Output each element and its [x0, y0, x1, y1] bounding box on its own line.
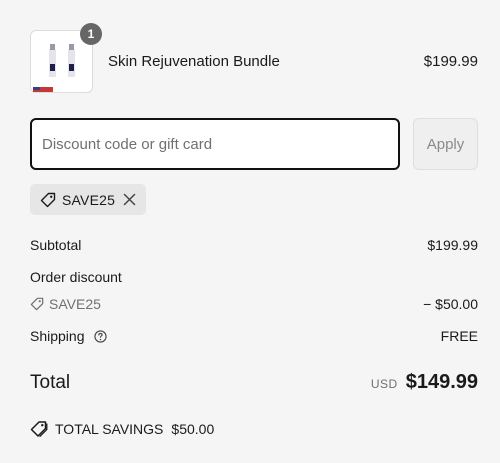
total-savings: TOTAL SAVINGS $50.00 [30, 420, 214, 438]
total-label: Total [30, 371, 71, 393]
order-discount-row: Order discount [30, 269, 478, 285]
currency-code: USD [370, 377, 398, 391]
discount-code-line: SAVE25 [30, 296, 101, 312]
shipping-label: Shipping [30, 328, 85, 344]
tags-icon [30, 421, 48, 437]
savings-value: $50.00 [171, 421, 215, 437]
discount-code-input[interactable] [30, 118, 400, 170]
subtotal-label: Subtotal [30, 237, 82, 253]
quantity-badge: 1 [80, 23, 102, 45]
shipping-label-group: Shipping [30, 328, 108, 344]
tag-icon [40, 192, 56, 207]
total-value-group: USD $149.99 [371, 371, 478, 394]
subtotal-value: $199.99 [427, 237, 478, 253]
order-discount-label: Order discount [30, 269, 122, 285]
discount-value: − $50.00 [423, 296, 478, 312]
apply-button[interactable]: Apply [413, 118, 478, 170]
applied-code-label: SAVE25 [62, 191, 116, 208]
shipping-row: Shipping FREE [30, 328, 478, 344]
tag-icon [30, 297, 44, 311]
total-value: $149.99 [405, 371, 478, 393]
discount-code-name: SAVE25 [49, 296, 101, 312]
close-icon[interactable] [123, 193, 136, 206]
savings-label: TOTAL SAVINGS [55, 421, 164, 437]
applied-code-chip: SAVE25 [30, 184, 146, 215]
product-price: $199.99 [423, 53, 478, 70]
product-name: Skin Rejuvenation Bundle [108, 53, 280, 70]
subtotal-row: Subtotal $199.99 [30, 237, 478, 253]
help-icon[interactable] [94, 330, 108, 343]
discount-code-row: SAVE25 − $50.00 [30, 296, 478, 312]
shipping-value: FREE [440, 328, 478, 344]
total-row: Total USD $149.99 [30, 371, 478, 394]
